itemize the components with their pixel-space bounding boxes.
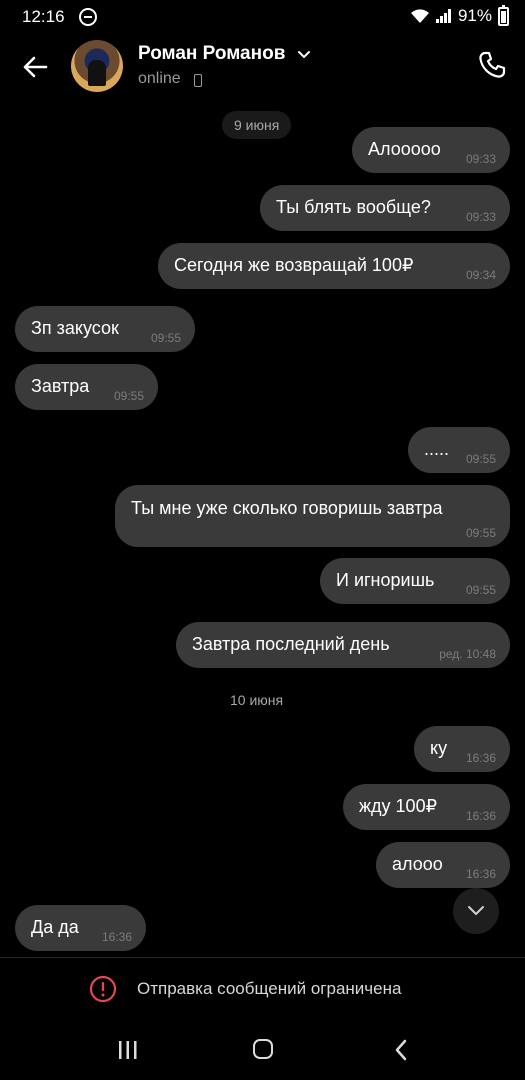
scroll-to-bottom-button[interactable] (453, 888, 499, 934)
message-outgoing[interactable]: жду 100₽ 16:36 (343, 784, 510, 830)
message-incoming[interactable]: Зп закусок 09:55 (15, 306, 195, 352)
system-nav-bar (0, 1018, 525, 1080)
message-outgoing[interactable]: алооо 16:36 (376, 842, 510, 888)
message-outgoing[interactable]: Сегодня же возвращай 100₽ 09:34 (158, 243, 510, 289)
back-icon[interactable] (393, 1039, 409, 1061)
chevron-down-icon[interactable] (297, 48, 311, 62)
mobile-device-icon (194, 74, 202, 87)
message-incoming[interactable]: Завтра 09:55 (15, 364, 158, 410)
contact-status: online (138, 70, 181, 87)
home-icon[interactable] (253, 1039, 273, 1059)
signal-icon (435, 9, 451, 23)
message-incoming[interactable]: Да да 16:36 (15, 905, 146, 951)
avatar[interactable] (71, 40, 123, 92)
phone-icon[interactable] (477, 50, 507, 80)
alert-circle-icon (89, 975, 117, 1003)
status-time: 12:16 (22, 7, 65, 26)
wifi-icon (410, 9, 429, 23)
date-separator: 10 июня (230, 692, 284, 708)
arrow-left-icon[interactable] (20, 52, 50, 82)
divider (0, 957, 525, 958)
message-outgoing[interactable]: Ты мне уже сколько говоришь завтра 09:55 (115, 485, 510, 547)
battery-icon (498, 4, 509, 26)
status-bar: 12:16 91% (0, 0, 525, 34)
message-outgoing[interactable]: Ты блять вообще? 09:33 (260, 185, 510, 231)
message-outgoing[interactable]: Алооооо 09:33 (352, 127, 510, 173)
chevron-down-icon (468, 906, 484, 915)
date-separator: 9 июня (222, 111, 292, 139)
message-outgoing[interactable]: ку 16:36 (414, 726, 510, 772)
message-outgoing[interactable]: ..... 09:55 (408, 427, 510, 473)
chat-header: Роман Романов online (0, 34, 525, 104)
recent-apps-icon[interactable] (117, 1040, 139, 1060)
message-outgoing[interactable]: И игноришь 09:55 (320, 558, 510, 604)
battery-percent: 91% (457, 6, 492, 25)
do-not-disturb-icon (79, 8, 97, 26)
restriction-message: Отправка сообщений ограничена (137, 979, 402, 998)
message-outgoing[interactable]: Завтра последний день ред. 10:48 (176, 622, 510, 668)
contact-name[interactable]: Роман Романов (138, 43, 285, 65)
